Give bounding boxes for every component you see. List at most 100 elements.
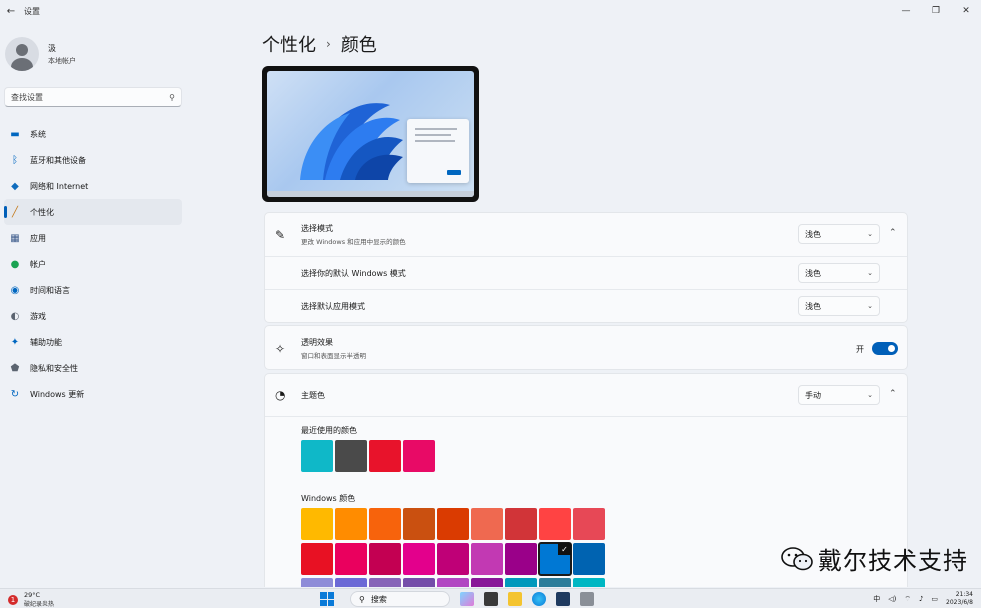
windows-color-swatch[interactable]: [301, 543, 333, 575]
windows-color-swatch[interactable]: [573, 508, 605, 540]
weather-widget[interactable]: 1 29°C 破纪录炎热: [8, 591, 54, 608]
window-title: 设置: [24, 6, 40, 16]
recent-color-swatch[interactable]: [335, 440, 367, 472]
recent-color-swatch[interactable]: [301, 440, 333, 472]
battery-icon[interactable]: ▭: [931, 595, 938, 603]
preview-taskbar: [267, 191, 474, 197]
task-view-icon[interactable]: [484, 592, 498, 606]
clock-time: 21:34: [955, 591, 973, 598]
windows-color-swatch[interactable]: [301, 578, 333, 587]
windows-color-swatch[interactable]: [573, 578, 605, 587]
user-profile[interactable]: 汲 本地帐户: [0, 22, 190, 74]
sidebar-item-5[interactable]: ● 帐户: [4, 251, 182, 277]
sidebar-item-1[interactable]: ᛒ 蓝牙和其他设备: [4, 147, 182, 173]
avatar[interactable]: [5, 37, 39, 71]
windows-mode-dropdown[interactable]: 浅色 ⌄: [798, 263, 880, 283]
windows-color-swatch[interactable]: [335, 543, 367, 575]
windows-color-swatch[interactable]: [403, 578, 435, 587]
transparency-title: 透明效果: [301, 338, 333, 347]
file-explorer-icon[interactable]: [508, 592, 522, 606]
windows-mode-row: 选择你的默认 Windows 模式 浅色 ⌄: [265, 257, 907, 290]
transparency-row: ✧ 透明效果 窗口和表面显示半透明 开: [265, 326, 907, 371]
speaker-icon[interactable]: ♪: [919, 595, 923, 603]
minimize-icon[interactable]: —: [891, 0, 921, 22]
ime-indicator[interactable]: 中: [873, 594, 880, 604]
sidebar-item-6[interactable]: ◉ 时间和语言: [4, 277, 182, 303]
windows-color-swatch[interactable]: [539, 578, 571, 587]
accent-mode-dropdown[interactable]: 手动 ⌄: [798, 385, 880, 405]
windows-color-swatch[interactable]: [335, 578, 367, 587]
windows-color-swatch[interactable]: [301, 508, 333, 540]
app-mode-dropdown[interactable]: 浅色 ⌄: [798, 296, 880, 316]
windows-color-swatch[interactable]: [505, 508, 537, 540]
transparency-toggle[interactable]: [872, 342, 898, 355]
maximize-icon[interactable]: ❐: [921, 0, 951, 22]
breadcrumb-parent[interactable]: 个性化: [262, 31, 316, 57]
palette-icon: ◔: [275, 388, 286, 402]
windows-color-swatch[interactable]: [505, 578, 537, 587]
windows-color-swatch[interactable]: [437, 543, 469, 575]
accent-color-row[interactable]: ◔ 主题色 手动 ⌄ ⌃: [265, 374, 907, 417]
title-bar: ← 设置 — ❐ ✕: [0, 0, 981, 22]
recent-color-swatch[interactable]: [369, 440, 401, 472]
windows-color-swatch[interactable]: [335, 508, 367, 540]
windows-color-swatch[interactable]: [471, 543, 503, 575]
clock[interactable]: 21:34 2023/6/8: [946, 591, 973, 607]
windows-color-swatch[interactable]: [471, 578, 503, 587]
recent-color-swatch[interactable]: [403, 440, 435, 472]
sidebar-item-label: 隐私和安全性: [30, 363, 78, 373]
back-arrow-icon[interactable]: ←: [0, 6, 22, 17]
preview-screen: [267, 71, 474, 197]
windows-color-swatch[interactable]: [437, 578, 469, 587]
wifi-icon[interactable]: ⌔: [904, 595, 911, 604]
watermark-text: 戴尔技术支持: [818, 547, 968, 575]
profile-name: 汲: [48, 43, 56, 53]
accent-mode-value: 手动: [805, 390, 821, 400]
windows-color-swatch[interactable]: [369, 578, 401, 587]
windows-color-swatch[interactable]: [369, 508, 401, 540]
preview-window: [407, 119, 469, 183]
app-mode-label: 选择默认应用模式: [301, 302, 365, 311]
sidebar-item-7[interactable]: ◐ 游戏: [4, 303, 182, 329]
accent-color-title: 主题色: [301, 391, 325, 400]
chevron-down-icon: ⌄: [867, 391, 873, 399]
windows-color-swatch[interactable]: [539, 508, 571, 540]
settings-search-box[interactable]: ⚲: [4, 87, 182, 107]
windows-color-swatch[interactable]: [471, 508, 503, 540]
settings-app-icon[interactable]: [580, 592, 594, 606]
mode-dropdown[interactable]: 浅色 ⌄: [798, 224, 880, 244]
windows-color-swatch[interactable]: [505, 543, 537, 575]
system-tray: 中 ◁) ⌔ ♪ ▭ 21:34 2023/6/8: [865, 591, 973, 607]
windows-color-swatch[interactable]: [369, 543, 401, 575]
sidebar-item-label: 蓝牙和其他设备: [30, 155, 86, 165]
chevron-up-icon[interactable]: ⌃: [889, 389, 897, 399]
sidebar-item-10[interactable]: ↻ Windows 更新: [4, 381, 182, 407]
edge-icon[interactable]: [532, 592, 546, 606]
app-mode-row: 选择默认应用模式 浅色 ⌄: [265, 290, 907, 323]
windows-color-swatch[interactable]: ✓: [538, 542, 572, 576]
search-icon[interactable]: ⚲: [169, 93, 175, 102]
search-input[interactable]: [11, 92, 170, 102]
bloom-wallpaper-image: [300, 103, 403, 180]
windows-color-swatch[interactable]: [573, 543, 605, 575]
search-icon: ⚲: [359, 594, 365, 604]
choose-mode-row[interactable]: ✎ 选择模式 更改 Windows 和应用中显示的颜色 浅色 ⌄ ⌃: [265, 213, 907, 257]
sidebar-item-8[interactable]: ✦ 辅助功能: [4, 329, 182, 355]
sidebar-item-3[interactable]: ╱ 个性化: [4, 199, 182, 225]
sidebar-item-4[interactable]: ▦ 应用: [4, 225, 182, 251]
sidebar-item-0[interactable]: ▬ 系统: [4, 121, 182, 147]
close-icon[interactable]: ✕: [951, 0, 981, 22]
start-icon[interactable]: [320, 592, 334, 606]
store-icon[interactable]: [556, 592, 570, 606]
windows-color-swatch[interactable]: [403, 543, 435, 575]
taskbar-search[interactable]: ⚲ 搜索: [350, 591, 450, 607]
windows-color-swatch[interactable]: [437, 508, 469, 540]
volume-icon[interactable]: ◁): [888, 595, 896, 603]
chevron-up-icon[interactable]: ⌃: [889, 228, 897, 238]
windows-mode-label: 选择你的默认 Windows 模式: [301, 269, 406, 278]
widgets-icon[interactable]: [460, 592, 474, 606]
sidebar-item-9[interactable]: ⬟ 隐私和安全性: [4, 355, 182, 381]
sidebar-item-label: 游戏: [30, 311, 46, 321]
sidebar-item-2[interactable]: ◆ 网络和 Internet: [4, 173, 182, 199]
windows-color-swatch[interactable]: [403, 508, 435, 540]
